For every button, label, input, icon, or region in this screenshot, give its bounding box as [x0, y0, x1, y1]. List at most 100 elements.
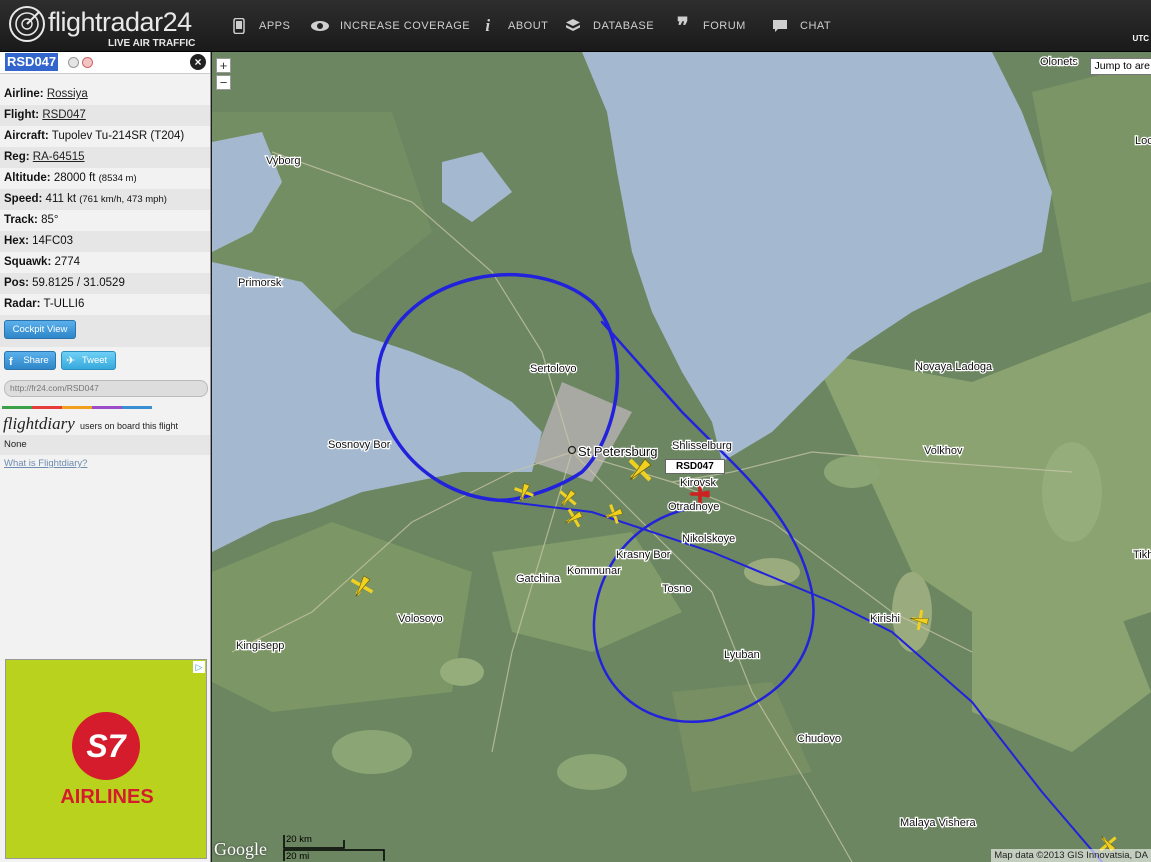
share-button[interactable]: f Share [4, 351, 56, 370]
chat-icon [770, 16, 790, 36]
what-is-flightdiary-link[interactable]: What is Flightdiary? [4, 458, 87, 469]
place-label: St Petersburg [578, 444, 658, 459]
detail-key: Speed: [4, 193, 43, 205]
quote-icon: ❞ [676, 13, 690, 38]
scale-mi-label: 20 mi [286, 851, 310, 862]
nav-apps[interactable]: APPS [229, 14, 290, 38]
detail-row-reg: Reg: RA-64515 [0, 147, 210, 168]
place-label: Lyuban [724, 649, 760, 661]
detail-key: Pos: [4, 277, 29, 289]
detail-row-airline: Airline: Rossiya [0, 84, 210, 105]
detail-value: 85° [41, 214, 59, 226]
phone-icon [229, 16, 249, 36]
detail-extra: (761 km/h, 473 mph) [79, 194, 167, 205]
airline-link[interactable]: Rossiya [47, 88, 88, 100]
facebook-icon: f [9, 356, 13, 368]
place-label: Kirishi [870, 613, 900, 625]
nav-chat-label: CHAT [800, 20, 832, 32]
adchoices-icon[interactable]: ▷ [193, 661, 205, 673]
detail-row-altitude: Altitude: 28000 ft (8534 m) [0, 168, 210, 189]
flightdiary-logo[interactable]: flightdiary [3, 414, 75, 434]
detail-row-flight: Flight: RSD047 [0, 105, 210, 126]
detail-key: Radar: [4, 298, 41, 310]
selected-flight-label[interactable]: RSD047 [665, 459, 725, 474]
detail-value: 411 kt [45, 193, 77, 205]
map-scale-bar: 20 km 20 mi [282, 834, 386, 862]
nav-forum[interactable]: ❞ FORUM [673, 13, 746, 38]
short-url-field[interactable]: http://fr24.com/RSD047 [4, 380, 208, 397]
scale-km-label: 20 km [286, 834, 312, 845]
nav-chat[interactable]: CHAT [770, 14, 831, 38]
detail-key: Flight: [4, 109, 40, 121]
detail-value: Tupolev Tu-214SR (T204) [51, 130, 185, 142]
flightradar24-logo[interactable]: flightradar24 LIVE AIR TRAFFIC [8, 3, 198, 49]
s7-logo: S7 [72, 712, 140, 780]
chevron-up-icon[interactable]: ⌃ [1072, 59, 1081, 72]
place-label: Shlisselburg [672, 440, 732, 452]
place-label: Sosnovy Bor [328, 439, 391, 451]
top-navigation-bar: flightradar24 LIVE AIR TRAFFIC APPS INCR… [0, 0, 1151, 52]
place-label: Loc [1135, 135, 1151, 147]
nav-forum-label: FORUM [703, 20, 746, 32]
detail-key: Reg: [4, 151, 30, 163]
detail-key: Altitude: [4, 172, 51, 184]
detail-row-radar: Radar: T-ULLI6 [0, 294, 210, 315]
map-view[interactable]: Vyborg Primorsk Sertolovo St Petersburg … [212, 52, 1151, 862]
map-attribution[interactable]: Map data ©2013 GIS Innovatsia, DA [991, 849, 1151, 862]
detail-key: Aircraft: [4, 130, 49, 142]
flight-callsign[interactable]: RSD047 [5, 53, 59, 71]
zoom-in-button[interactable]: + [216, 58, 231, 73]
detail-value: 28000 ft [53, 172, 96, 184]
color-stripe-divider [2, 406, 152, 409]
flight-link[interactable]: RSD047 [42, 109, 85, 121]
place-label: Kommunar [567, 565, 621, 577]
place-label: Kirovsk [680, 477, 717, 489]
map-canvas[interactable]: Vyborg Primorsk Sertolovo St Petersburg … [212, 52, 1151, 862]
flight-info-sidebar: RSD047 × Airline: Rossiya Flight: RSD047… [0, 52, 211, 862]
close-icon[interactable]: × [190, 54, 206, 70]
place-label: Tikh [1133, 549, 1151, 561]
detail-key: Squawk: [4, 256, 52, 268]
s7-airlines-ad[interactable]: ▷ S7 AIRLINES [5, 659, 207, 859]
place-label: Kingisepp [236, 640, 284, 652]
nav-about-label: ABOUT [508, 20, 549, 32]
google-logo[interactable]: Google [214, 839, 267, 860]
nav-database-label: DATABASE [593, 20, 655, 32]
place-label: Vyborg [266, 155, 300, 167]
registration-link[interactable]: RA-64515 [33, 151, 85, 163]
nav-database[interactable]: DATABASE [563, 14, 654, 38]
cockpit-view-button[interactable]: Cockpit View [4, 320, 76, 339]
detail-row-hex: Hex: 14FC03 [0, 231, 210, 252]
nav-about[interactable]: i ABOUT [478, 14, 548, 38]
flight-header: RSD047 × [0, 52, 210, 74]
utc-clock: UTC [1132, 34, 1149, 43]
detail-value: 59.8125 / 31.0529 [32, 277, 125, 289]
zoom-out-button[interactable]: − [216, 75, 231, 90]
place-label: Volkhov [924, 445, 963, 457]
share-label: Share [23, 355, 49, 366]
brand-tagline: LIVE AIR TRAFFIC [108, 38, 196, 49]
detail-key: Track: [4, 214, 38, 226]
eye-icon [310, 16, 330, 36]
place-label: Otradnoye [668, 501, 719, 513]
record-icon[interactable] [82, 57, 93, 68]
playback-icon[interactable] [68, 57, 79, 68]
detail-row-squawk: Squawk: 2774 [0, 252, 210, 273]
brand-name: flightradar24 [48, 7, 192, 37]
tweet-button[interactable]: ✈ Tweet [61, 351, 116, 370]
place-label: Novaya Ladoga [915, 361, 993, 373]
detail-row-pos: Pos: 59.8125 / 31.0529 [0, 273, 210, 294]
ad-airlines-text: AIRLINES [60, 786, 154, 808]
place-label: Gatchina [516, 573, 561, 585]
flightdiary-users-value: None [0, 435, 210, 455]
nav-increase-coverage[interactable]: INCREASE COVERAGE [310, 14, 470, 38]
nav-apps-label: APPS [259, 20, 291, 32]
twitter-bird-icon: ✈ [66, 355, 76, 367]
place-label: Sertolovo [530, 363, 576, 375]
detail-row-speed: Speed: 411 kt (761 km/h, 473 mph) [0, 189, 210, 210]
place-label: Volosovo [398, 613, 443, 625]
info-icon: i [485, 16, 491, 35]
place-label: Krasny Bor [616, 549, 671, 561]
detail-extra: (8534 m) [98, 173, 137, 184]
jump-to-area-dropdown[interactable]: Jump to are [1089, 58, 1151, 75]
